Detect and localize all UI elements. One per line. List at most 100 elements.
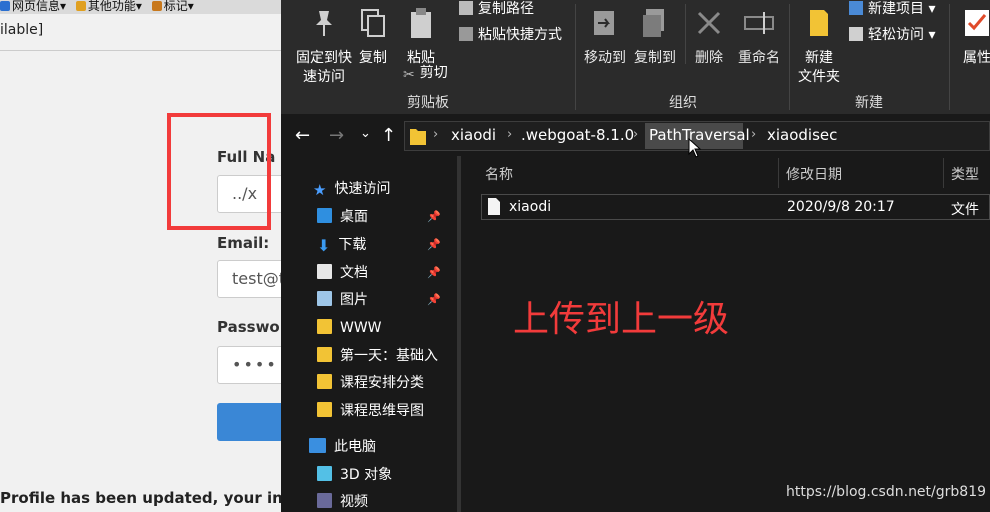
- bookmark-mark[interactable]: 标记▾: [151, 0, 194, 12]
- paste-shortcut-button[interactable]: 粘贴快捷方式: [459, 26, 562, 44]
- pin-icon[interactable]: 📌: [427, 210, 441, 223]
- highlight-box: [167, 113, 271, 230]
- nav-quick-access[interactable]: ★ 快速访问: [313, 180, 390, 199]
- copy-icon: [361, 9, 385, 37]
- bookmark-other-functions[interactable]: 其他功能▾: [75, 0, 142, 12]
- paste-icon: [411, 8, 431, 38]
- download-icon: ⬇: [317, 236, 331, 255]
- nav-item-www[interactable]: WWW: [317, 319, 382, 337]
- bookmark-bar: 网页信息▾ 其他功能▾ 标记▾: [0, 0, 300, 14]
- pin-quick-access-button[interactable]: 固定到快 速访问: [289, 6, 359, 87]
- computer-icon: [309, 438, 326, 453]
- page-status-text: ilable]: [0, 22, 44, 38]
- nav-pane-scrollbar[interactable]: [457, 156, 461, 512]
- up-button[interactable]: ↑: [381, 126, 396, 146]
- file-type: 文件: [951, 202, 979, 218]
- nav-item-documents[interactable]: 文档: [317, 264, 368, 282]
- paste-shortcut-icon: [459, 27, 473, 41]
- properties-check-icon: [965, 10, 989, 36]
- column-divider[interactable]: [778, 158, 779, 188]
- folder-icon: [410, 129, 426, 145]
- desktop-icon: [317, 208, 332, 223]
- file-row[interactable]: [481, 194, 990, 220]
- nav-item-desktop[interactable]: 桌面: [317, 208, 368, 226]
- rename-icon: [744, 12, 774, 34]
- move-to-icon: [594, 11, 614, 35]
- folder-icon: [317, 402, 332, 417]
- column-header-type[interactable]: 类型: [951, 164, 979, 184]
- divider: [0, 50, 300, 51]
- email-label: Email:: [217, 234, 270, 252]
- properties-button[interactable]: 属性: [957, 6, 990, 68]
- new-folder-icon: [810, 10, 828, 36]
- new-group-label: 新建: [855, 95, 883, 111]
- bookmark-page-info[interactable]: 网页信息▾: [0, 0, 66, 12]
- documents-icon: [317, 264, 332, 279]
- navigation-pane: ★ 快速访问 桌面 📌 ⬇ 下载 📌 文档 📌 图片 📌 WWW 第一天：基础入 课…: [281, 156, 461, 512]
- breadcrumb-webgoat[interactable]: .webgoat-8.1.0: [521, 126, 634, 144]
- ribbon-separator: [789, 4, 790, 110]
- delete-button[interactable]: 删除: [689, 6, 729, 68]
- copy-path-button[interactable]: 复制路径: [459, 0, 534, 18]
- mouse-cursor-icon: [688, 138, 702, 158]
- annotation-text: 上传到上一级: [513, 299, 730, 340]
- clipboard-group-label: 剪贴板: [407, 95, 449, 111]
- breadcrumb-separator: ›: [433, 127, 439, 142]
- copy-path-icon: [459, 1, 473, 15]
- star-icon: ★: [313, 181, 327, 199]
- nav-item-downloads[interactable]: ⬇ 下载: [317, 236, 366, 255]
- easy-access-button[interactable]: 轻松访问 ▾: [849, 26, 935, 44]
- pictures-icon: [317, 291, 332, 306]
- pin-icon[interactable]: 📌: [427, 293, 441, 306]
- nav-item-day-one[interactable]: 第一天：基础入: [317, 347, 457, 365]
- ribbon-separator: [949, 4, 950, 110]
- column-divider[interactable]: [943, 158, 944, 188]
- folder-icon: [75, 1, 86, 11]
- breadcrumb-xiaodi[interactable]: xiaodi: [451, 126, 496, 144]
- info-icon: [0, 1, 10, 11]
- folder-icon: [317, 347, 332, 362]
- recent-locations-button[interactable]: ⌄: [360, 124, 371, 144]
- rename-button[interactable]: 重命名: [735, 6, 783, 68]
- pin-icon[interactable]: 📌: [427, 266, 441, 279]
- cut-button[interactable]: ✂ 剪切: [403, 64, 448, 83]
- new-item-button[interactable]: 新建项目 ▾: [849, 0, 935, 18]
- nav-this-pc[interactable]: 此电脑: [309, 438, 376, 456]
- browser-window: 网页信息▾ 其他功能▾ 标记▾ ilable] Full Na ../x Ema…: [0, 0, 300, 512]
- pin-icon[interactable]: 📌: [427, 238, 441, 251]
- new-folder-button[interactable]: 新建 文件夹: [793, 6, 845, 87]
- pin-icon: [316, 11, 332, 36]
- ribbon-separator: [575, 4, 576, 110]
- nav-item-pictures[interactable]: 图片: [317, 291, 368, 309]
- paste-button[interactable]: 粘贴: [401, 6, 441, 68]
- copy-to-button[interactable]: 复制到: [631, 6, 679, 68]
- forward-button[interactable]: →: [329, 126, 344, 146]
- nav-item-3d-objects[interactable]: 3D 对象: [317, 466, 392, 484]
- move-to-button[interactable]: 移动到: [581, 6, 629, 68]
- 3d-objects-icon: [317, 466, 332, 481]
- breadcrumb-xiaodisec[interactable]: xiaodisec: [767, 126, 837, 144]
- column-header-name[interactable]: 名称: [485, 164, 513, 184]
- nav-item-mind-map[interactable]: 课程思维导图: [317, 402, 424, 420]
- ribbon: 固定到快 速访问 复制 粘贴 复制路径 粘贴快捷方式 ✂ 剪切 剪贴板 移动到 复…: [281, 0, 990, 114]
- file-modified: 2020/9/8 20:17: [787, 199, 895, 215]
- file-explorer-window: 固定到快 速访问 复制 粘贴 复制路径 粘贴快捷方式 ✂ 剪切 剪贴板 移动到 复…: [281, 0, 990, 512]
- breadcrumb-separator: ›: [751, 127, 757, 142]
- delete-x-icon: [697, 11, 721, 35]
- breadcrumb-separator: ›: [633, 127, 639, 142]
- easy-access-icon: [849, 27, 863, 41]
- organize-group-label: 组织: [669, 95, 697, 111]
- copy-to-icon: [643, 9, 664, 37]
- profile-updated-message: Profile has been updated, your in: [0, 489, 283, 507]
- folder-icon: [317, 374, 332, 389]
- copy-button[interactable]: 复制: [355, 6, 391, 68]
- file-name: xiaodi: [509, 199, 552, 215]
- scissors-icon: ✂: [403, 67, 415, 83]
- pencil-icon: [151, 1, 162, 11]
- file-icon: [488, 198, 500, 215]
- folder-icon: [317, 319, 332, 334]
- back-button[interactable]: ←: [295, 126, 310, 146]
- nav-item-videos[interactable]: 视频: [317, 493, 368, 511]
- column-header-modified[interactable]: 修改日期: [786, 164, 842, 184]
- nav-item-course-schedule[interactable]: 课程安排分类: [317, 374, 424, 392]
